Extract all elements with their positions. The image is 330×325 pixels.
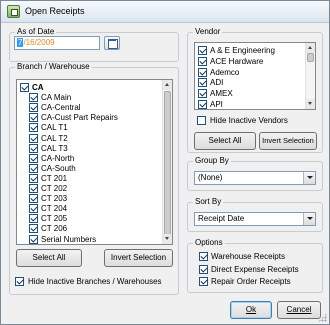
scroll-down-arrow-icon[interactable] <box>163 234 172 244</box>
vendor-scroll-thumb[interactable] <box>307 53 314 62</box>
vendor-list-item[interactable]: API <box>198 99 306 109</box>
branch-invert-selection-button[interactable]: Invert Selection <box>104 249 173 267</box>
vendor-scroll-up-arrow-icon[interactable] <box>306 43 315 53</box>
vendor-select-all-button[interactable]: Select All <box>194 132 256 150</box>
branch-list-scrollbar[interactable] <box>162 80 172 244</box>
chevron-down-icon[interactable] <box>303 213 315 225</box>
scroll-up-arrow-icon[interactable] <box>163 80 172 90</box>
ok-button-label: Ok <box>245 305 257 314</box>
vendor-list-item-checkbox[interactable] <box>198 67 207 77</box>
branch-list-item-checkbox[interactable] <box>29 204 38 214</box>
branch-list-item-checkbox[interactable] <box>20 83 29 92</box>
vendor-list-item[interactable]: AMEX <box>198 88 306 99</box>
ok-button[interactable]: Ok <box>230 301 272 319</box>
hide-inactive-branches-box[interactable] <box>15 277 24 286</box>
option-item-label: Warehouse Receipts <box>211 252 285 261</box>
branch-list-item[interactable]: Serial Numbers <box>29 234 160 245</box>
branch-warehouse-legend: Branch / Warehouse <box>15 62 92 71</box>
vendor-list-item[interactable]: Ademco <box>198 67 306 78</box>
date-rest-text: /16/2009 <box>23 38 55 47</box>
options-legend: Options <box>193 238 225 247</box>
branch-list-item-checkbox[interactable] <box>29 133 38 143</box>
vendor-list-item-checkbox[interactable] <box>198 89 207 99</box>
group-by-select[interactable]: (None) <box>194 171 316 185</box>
cancel-button[interactable]: Cancel <box>277 301 321 319</box>
vendor-list-item-checkbox[interactable] <box>198 100 207 109</box>
branch-list-item-checkbox[interactable] <box>29 113 38 123</box>
hide-inactive-vendors-label: Hide Inactive Vendors <box>210 116 288 125</box>
hide-inactive-vendors-box[interactable] <box>197 116 206 125</box>
vendor-list-item[interactable]: ACE Hardware <box>198 56 306 67</box>
sort-by-select[interactable]: Receipt Date <box>194 212 316 226</box>
vendor-list-item-label: Ademco <box>210 67 240 77</box>
vendor-list-item-checkbox[interactable] <box>198 78 207 88</box>
branch-select-all-button[interactable]: Select All <box>16 249 82 267</box>
option-item[interactable]: Warehouse Receipts <box>199 251 317 262</box>
cancel-button-label: Cancel <box>286 305 312 314</box>
open-receipts-window: Open Receipts As of Date 7/16/2009 Branc… <box>0 0 330 325</box>
branch-list-item-checkbox[interactable] <box>29 103 38 113</box>
vendor-invert-selection-button[interactable]: Invert Selection <box>259 132 317 150</box>
branch-list-item-checkbox[interactable] <box>29 153 38 163</box>
branch-list-item-checkbox[interactable] <box>29 214 38 224</box>
branch-list-item-checkbox[interactable] <box>29 173 38 183</box>
open-receipts-app-icon <box>7 5 20 18</box>
vendor-list-item-label: API <box>210 100 223 109</box>
hide-inactive-vendors-checkbox[interactable]: Hide Inactive Vendors <box>197 115 317 127</box>
vendor-list-scrollbar[interactable] <box>305 43 315 109</box>
group-by-value: (None) <box>198 173 223 182</box>
vendor-scroll-down-arrow-icon[interactable] <box>306 99 315 109</box>
branch-warehouse-list[interactable]: CA CA Main CA-Central CA-Cust Part Repairs C… <box>16 79 173 245</box>
branch-list-item-label: Serial Numbers <box>41 234 97 244</box>
sort-by-legend: Sort By <box>193 197 224 206</box>
option-item-label: Repair Order Receipts <box>211 277 291 286</box>
vendor-list[interactable]: A & E Engineering ACE Hardware Ademco ADI AM… <box>194 42 316 110</box>
vendor-list-item[interactable]: A & E Engineering <box>198 45 306 56</box>
group-by-legend: Group By <box>193 156 231 165</box>
option-item-checkbox[interactable] <box>199 252 208 261</box>
vendor-legend: Vendor <box>193 27 223 36</box>
option-item-checkbox[interactable] <box>199 264 208 274</box>
title-bar[interactable]: Open Receipts <box>1 1 329 23</box>
vendor-list-item-label: A & E Engineering <box>210 46 275 55</box>
vendor-list-item-label: ACE Hardware <box>210 56 264 66</box>
window-title: Open Receipts <box>25 6 85 16</box>
branch-list-item-checkbox[interactable] <box>29 93 38 103</box>
vendor-list-item-checkbox[interactable] <box>198 56 207 66</box>
as-of-date-legend: As of Date <box>15 27 57 36</box>
hide-inactive-branches-label: Hide Inactive Branches / Warehouses <box>28 277 162 286</box>
calendar-icon[interactable] <box>104 36 120 50</box>
as-of-date-input[interactable]: 7/16/2009 <box>14 36 100 50</box>
hide-inactive-branches-checkbox[interactable]: Hide Inactive Branches / Warehouses <box>15 276 177 288</box>
option-item-label: Direct Expense Receipts <box>211 264 299 274</box>
sort-by-value: Receipt Date <box>198 214 245 223</box>
branch-list-item-checkbox[interactable] <box>29 234 38 244</box>
branch-list-item-checkbox[interactable] <box>29 224 38 234</box>
option-item[interactable]: Repair Order Receipts <box>199 276 317 287</box>
branch-list-item-checkbox[interactable] <box>29 123 38 133</box>
option-item-checkbox[interactable] <box>199 277 208 286</box>
branch-list-item-checkbox[interactable] <box>29 184 38 193</box>
vendor-list-item[interactable]: ADI <box>198 77 306 88</box>
branch-scroll-thumb[interactable] <box>164 91 171 241</box>
branch-list-item-checkbox[interactable] <box>29 143 38 153</box>
option-item[interactable]: Direct Expense Receipts <box>199 264 317 275</box>
branch-list-item-checkbox[interactable] <box>29 194 38 204</box>
vendor-list-item-checkbox[interactable] <box>198 46 207 55</box>
vendor-list-item-label: AMEX <box>210 89 233 99</box>
branch-list-item-checkbox[interactable] <box>29 163 38 173</box>
chevron-down-icon[interactable] <box>303 172 315 184</box>
vendor-list-item-label: ADI <box>210 78 224 88</box>
